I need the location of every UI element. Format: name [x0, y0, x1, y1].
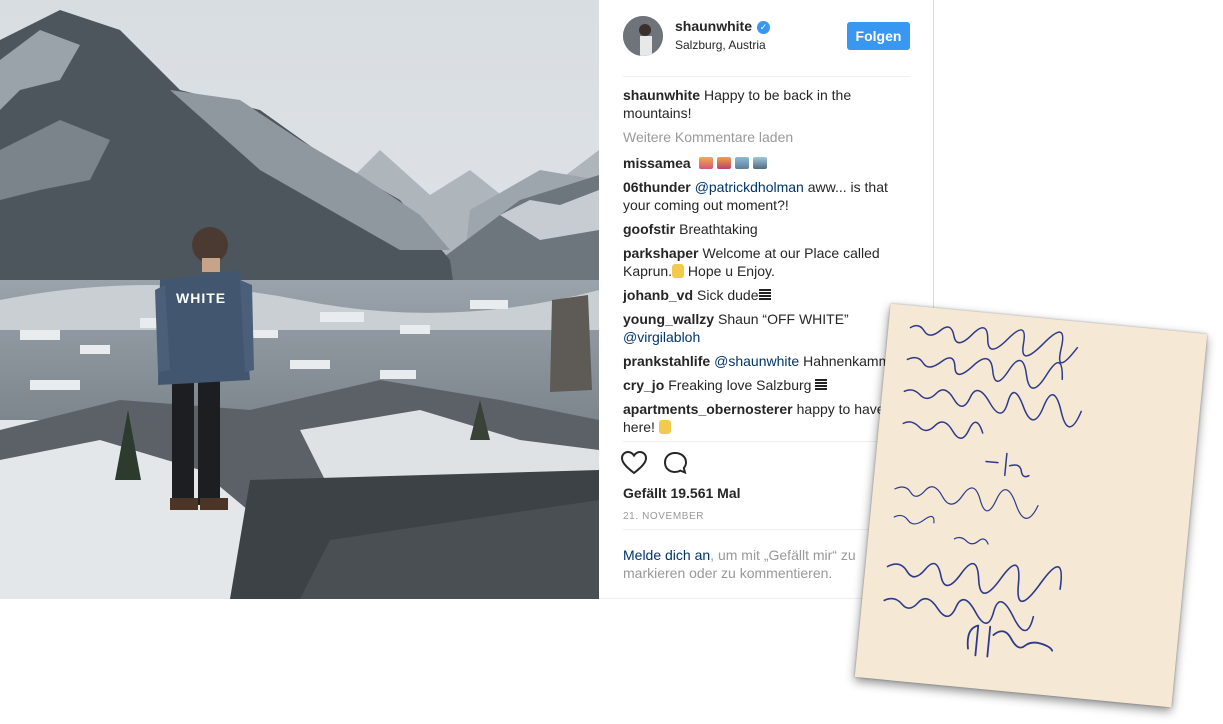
- sunset-emoji-icon: [716, 157, 731, 169]
- like-count[interactable]: Gefällt 19.561 Mal: [623, 485, 741, 501]
- profile-picture: [623, 16, 663, 56]
- comment-mention[interactable]: @virgilabloh: [623, 329, 700, 345]
- comment-author[interactable]: young_wallzy: [623, 311, 714, 327]
- comment-text: Sick dude: [697, 287, 759, 303]
- mountain-landscape-image: WHITE: [0, 0, 599, 599]
- comment-item: apartments_obernosterer happy to have you…: [623, 400, 913, 436]
- post-date: 21. NOVEMBER: [623, 511, 705, 522]
- caption-author[interactable]: shaunwhite: [623, 87, 700, 103]
- comment-item: goofstir Breathtaking: [623, 220, 913, 238]
- comment-author[interactable]: goofstir: [623, 221, 675, 237]
- heart-icon[interactable]: [620, 450, 648, 480]
- comment-author[interactable]: cry_jo: [623, 377, 664, 393]
- avatar[interactable]: [623, 16, 663, 56]
- comment-mention[interactable]: @shaunwhite: [714, 353, 799, 369]
- comment-author[interactable]: parkshaper: [623, 245, 698, 261]
- comment-list: shaunwhite Happy to be back in the mounta…: [623, 86, 913, 442]
- mountain-emoji-icon: [752, 157, 767, 169]
- follow-button[interactable]: Folgen: [847, 22, 910, 50]
- comment-item: 06thunder @patrickdholman aww... is that …: [623, 178, 913, 214]
- comment-item: cry_jo Freaking love Salzburg: [623, 376, 913, 394]
- raising-hands-emoji-icon: [658, 420, 671, 434]
- comment-author[interactable]: johanb_vd: [623, 287, 693, 303]
- divider: [623, 441, 910, 442]
- post-header: shaunwhite ✓ Salzburg, Austria Folgen: [623, 16, 910, 77]
- verified-badge-icon: ✓: [757, 21, 771, 34]
- emoji-placeholder-icon: [758, 289, 771, 301]
- comment-item: prankstahlife @shaunwhite Hahnenkamm: [623, 352, 913, 370]
- sunrise-emoji-icon: [698, 157, 713, 169]
- comment-text: Hahnenkamm: [799, 353, 891, 369]
- login-link[interactable]: Melde dich an: [623, 547, 710, 563]
- comment-author[interactable]: apartments_obernosterer: [623, 401, 793, 417]
- comment-item: young_wallzy Shaun “OFF WHITE” @virgilablo…: [623, 310, 913, 346]
- comment-item: johanb_vd Sick dude: [623, 286, 913, 304]
- comment-item: missamea: [623, 154, 913, 172]
- caption: shaunwhite Happy to be back in the mounta…: [623, 86, 913, 122]
- login-prompt: Melde dich an, um mit „Gefällt mir“ zu m…: [623, 546, 893, 582]
- comment-text-continued: Hope u Enjoy.: [684, 263, 775, 279]
- handwritten-note-drawing: [883, 324, 1083, 658]
- jacket-text: WHITE: [176, 290, 226, 306]
- divider: [623, 529, 910, 530]
- handwritten-note-image: [854, 303, 1208, 708]
- comment-author[interactable]: prankstahlife: [623, 353, 710, 369]
- post-photo: WHITE: [0, 0, 599, 599]
- load-more-comments-link[interactable]: Weitere Kommentare laden: [623, 128, 913, 146]
- post-author[interactable]: shaunwhite ✓: [675, 18, 771, 34]
- comment-mention[interactable]: @patrickdholman: [695, 179, 804, 195]
- rock-hand-emoji-icon: [672, 264, 685, 278]
- comment-bubble-icon[interactable]: [663, 451, 689, 480]
- emoji-placeholder-icon: [815, 379, 828, 391]
- post-location[interactable]: Salzburg, Austria: [675, 38, 766, 52]
- comment-text: Shaun “OFF WHITE”: [718, 311, 849, 327]
- comment-text: Breathtaking: [679, 221, 758, 237]
- comment-item: parkshaper Welcome at our Place called Ka…: [623, 244, 913, 280]
- comment-author[interactable]: 06thunder: [623, 179, 691, 195]
- mountain-emoji-icon: [734, 157, 749, 169]
- comment-text: Freaking love Salzburg: [668, 377, 812, 393]
- post-author-name[interactable]: shaunwhite: [675, 18, 752, 34]
- comment-author[interactable]: missamea: [623, 155, 691, 171]
